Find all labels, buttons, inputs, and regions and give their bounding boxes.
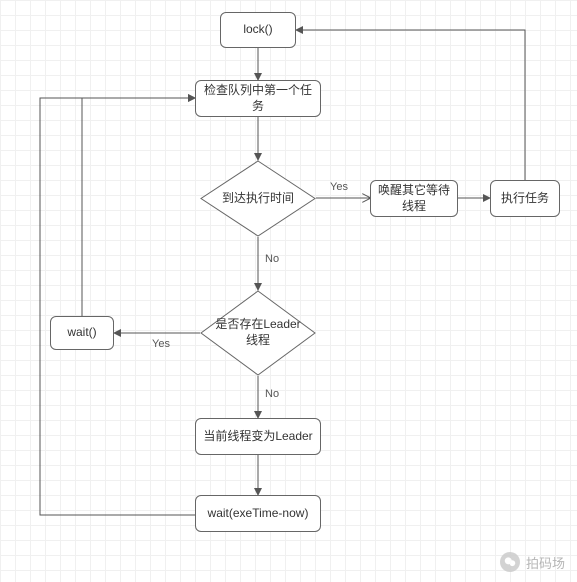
node-check-first-task: 检查队列中第一个任务 (195, 80, 321, 117)
node-wake-other-threads-label: 唤醒其它等待线程 (375, 183, 453, 214)
edge-label-yes-time: Yes (330, 181, 348, 193)
node-wait-label: wait() (67, 325, 96, 341)
node-wait-exetime: wait(exeTime-now) (195, 495, 321, 532)
node-leader-exists-label: 是否存在Leader线程 (200, 317, 316, 348)
node-wait: wait() (50, 316, 114, 350)
node-check-first-task-label: 检查队列中第一个任务 (200, 83, 316, 114)
node-lock: lock() (220, 12, 296, 48)
node-become-leader: 当前线程变为Leader (195, 418, 321, 455)
flowchart-canvas: lock() 检查队列中第一个任务 到达执行时间 唤醒其它等待线程 执行任务 是… (0, 0, 577, 582)
node-execute-task-label: 执行任务 (501, 191, 549, 207)
node-execute-task: 执行任务 (490, 180, 560, 217)
watermark-text: 拍码场 (526, 553, 565, 572)
node-become-leader-label: 当前线程变为Leader (203, 429, 312, 445)
node-reached-exec-time-label: 到达执行时间 (212, 191, 304, 207)
node-lock-label: lock() (243, 22, 272, 38)
edge-label-no-time: No (265, 253, 279, 265)
wechat-icon (500, 552, 520, 572)
node-wait-exetime-label: wait(exeTime-now) (208, 506, 309, 522)
edge-label-yes-leader: Yes (152, 338, 170, 350)
node-wake-other-threads: 唤醒其它等待线程 (370, 180, 458, 217)
watermark: 拍码场 (500, 552, 565, 572)
node-reached-exec-time: 到达执行时间 (200, 160, 316, 237)
node-leader-exists: 是否存在Leader线程 (200, 290, 316, 376)
edge-label-no-leader: No (265, 388, 279, 400)
